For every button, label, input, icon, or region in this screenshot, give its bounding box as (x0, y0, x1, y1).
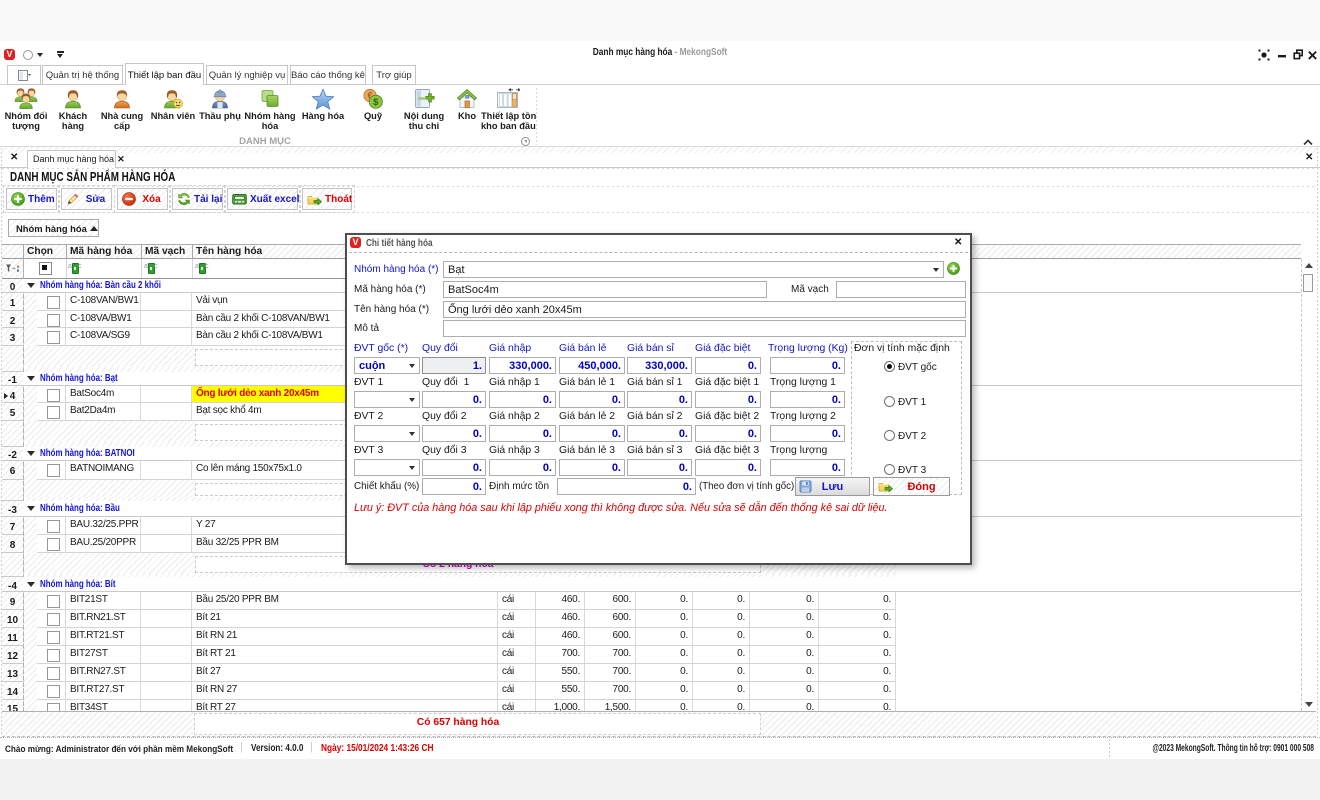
svg-text:$: $ (373, 97, 379, 108)
